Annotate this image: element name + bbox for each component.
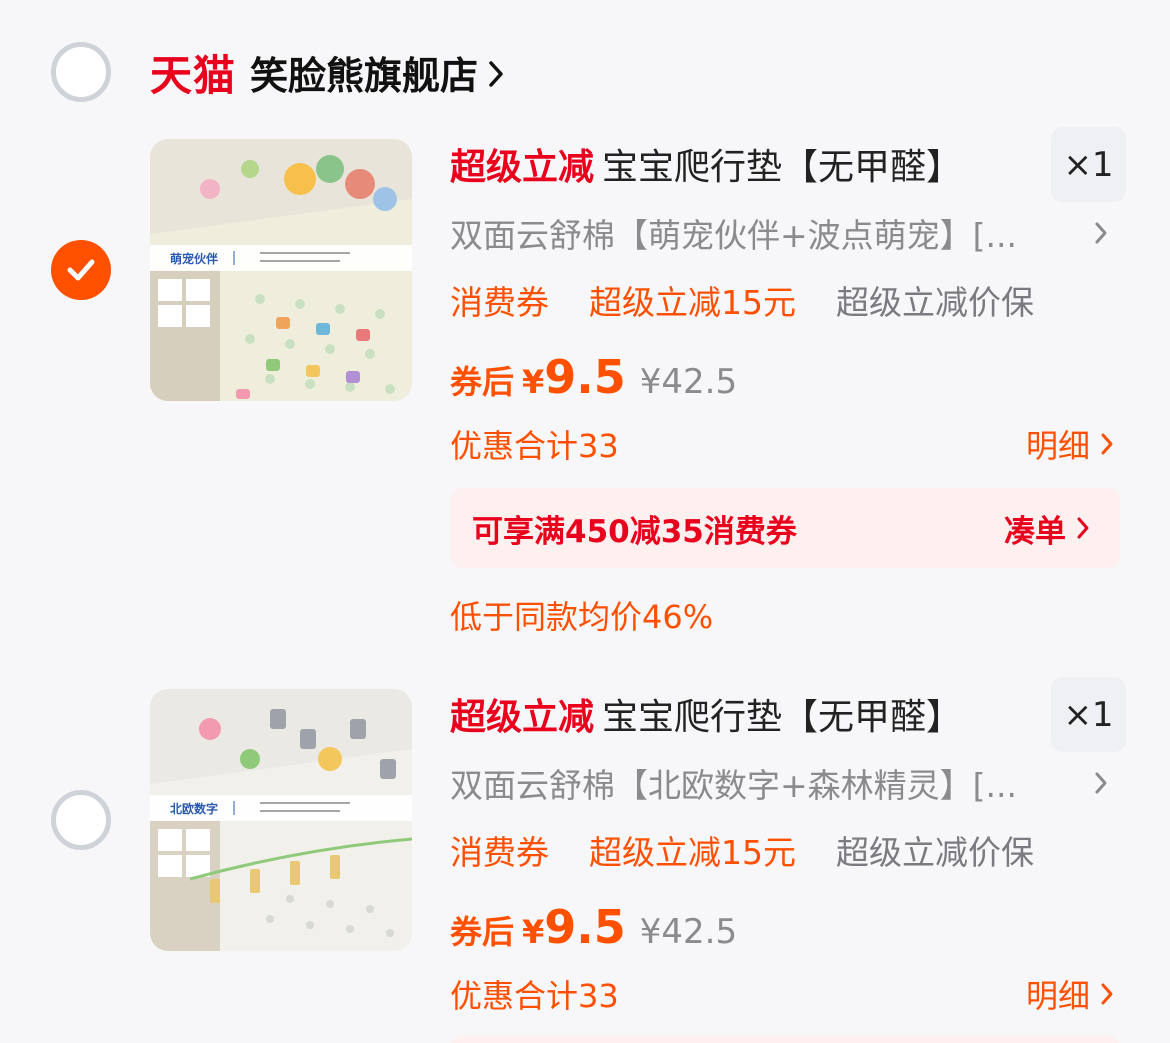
quantity-stepper[interactable]: ×1: [1051, 677, 1126, 752]
checkmark-icon: [67, 259, 95, 281]
original-price: ¥42.5: [639, 362, 738, 402]
tag-instant-discount: 超级立减15元: [589, 283, 796, 322]
tag-instant-discount: 超级立减15元: [589, 833, 796, 872]
price-row: 券后 ¥ 9.5 ¥42.5: [450, 900, 737, 960]
discount-total: 优惠合计33: [450, 977, 619, 1015]
add-on-items-button[interactable]: 凑单: [1004, 506, 1090, 551]
item-select-radio-checked[interactable]: [51, 240, 111, 300]
tag-coupon: 消费券: [450, 833, 549, 872]
add-on-label: 凑单: [1004, 513, 1066, 550]
chevron-right-icon: [1095, 772, 1107, 794]
sku-spec-selector[interactable]: 双面云舒棉【萌宠伙伴+波点萌宠】[...: [450, 208, 1107, 258]
product-title[interactable]: 超级立减 宝宝爬行垫【无甲醛】: [450, 686, 962, 742]
sku-spec-text: 双面云舒棉【萌宠伙伴+波点萌宠】[...: [450, 216, 1017, 255]
final-price: 9.5: [544, 900, 626, 954]
discount-row: 优惠合计33 明细: [450, 419, 1114, 469]
final-price: 9.5: [544, 350, 626, 404]
discount-detail-link[interactable]: 明细: [1026, 971, 1114, 1017]
price-currency: ¥: [522, 363, 545, 401]
tag-coupon: 消费券: [450, 283, 549, 322]
tmall-logo: 天猫: [150, 50, 237, 100]
price-currency: ¥: [522, 913, 545, 951]
store-header[interactable]: 天猫 笑脸熊旗舰店: [150, 42, 504, 102]
product-image[interactable]: 北欧数字: [150, 689, 412, 951]
discount-row: 优惠合计33 明细: [450, 969, 1114, 1019]
coupon-bar-partial[interactable]: [450, 1036, 1120, 1043]
chevron-right-icon: [1101, 433, 1113, 455]
promo-tags: 消费券 超级立减15元 超级立减价保: [450, 825, 1074, 875]
discount-detail-link[interactable]: 明细: [1026, 421, 1114, 467]
promo-tag: 超级立减: [450, 697, 595, 738]
promo-tags: 消费券 超级立减15元 超级立减价保: [450, 275, 1074, 325]
discount-total: 优惠合计33: [450, 427, 619, 465]
sku-spec-text: 双面云舒棉【北欧数字+森林精灵】[...: [450, 766, 1017, 805]
price-row: 券后 ¥ 9.5 ¥42.5: [450, 350, 737, 410]
coupon-bar[interactable]: 可享满450减35消费券 凑单: [450, 488, 1120, 568]
product-title-text[interactable]: 宝宝爬行垫【无甲醛】: [602, 138, 962, 190]
store-select-radio[interactable]: [51, 42, 111, 102]
tag-price-protect: 超级立减价保: [836, 283, 1034, 322]
image-caption: 萌宠伙伴: [170, 251, 218, 266]
product-title[interactable]: 超级立减 宝宝爬行垫【无甲醛】: [450, 136, 962, 192]
image-caption: 北欧数字: [170, 801, 218, 816]
play-mat-image: 萌宠伙伴: [150, 139, 412, 401]
price-label: 券后: [450, 913, 515, 951]
tag-price-protect: 超级立减价保: [836, 833, 1034, 872]
product-title-text[interactable]: 宝宝爬行垫【无甲醛】: [602, 688, 962, 740]
chevron-right-icon: [489, 61, 503, 87]
coupon-text: 可享满450减35消费券: [472, 513, 797, 550]
price-label: 券后: [450, 363, 515, 401]
cart-page: 天猫 笑脸熊旗舰店 萌宠伙伴 超级立减 宝宝爬行垫【无甲醛】 ×1 双面云舒棉【…: [0, 0, 1170, 1043]
store-name[interactable]: 笑脸熊旗舰店: [250, 45, 478, 100]
chevron-right-icon: [1095, 222, 1107, 244]
detail-link-label: 明细: [1025, 427, 1090, 465]
quantity-stepper[interactable]: ×1: [1051, 127, 1126, 202]
detail-link-label: 明细: [1025, 977, 1090, 1015]
promo-tag: 超级立减: [450, 147, 595, 188]
original-price: ¥42.5: [639, 912, 738, 952]
sku-spec-selector[interactable]: 双面云舒棉【北欧数字+森林精灵】[...: [450, 758, 1107, 808]
chevron-right-icon: [1101, 983, 1113, 1005]
item-select-radio[interactable]: [51, 790, 111, 850]
price-compare-note: 低于同款均价46%: [450, 598, 714, 636]
play-mat-image: 北欧数字: [150, 689, 412, 951]
chevron-right-icon: [1077, 517, 1089, 539]
product-image[interactable]: 萌宠伙伴: [150, 139, 412, 401]
